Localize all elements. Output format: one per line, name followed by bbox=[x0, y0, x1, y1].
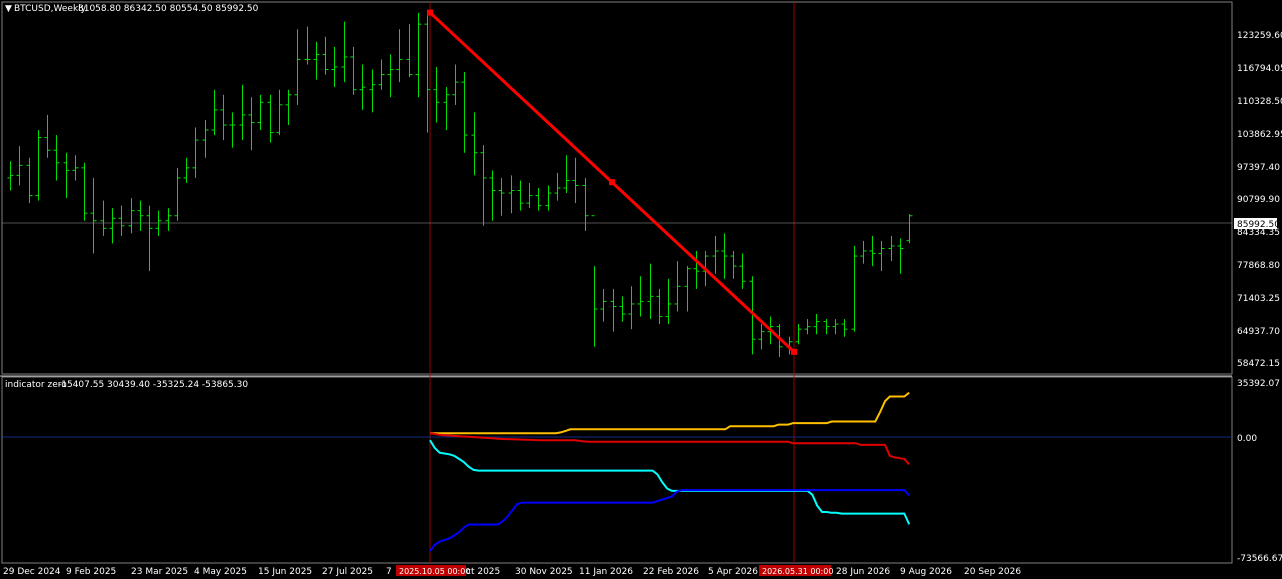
time-marker-2: 2026.05.31 00:00 bbox=[762, 567, 833, 576]
indicator-axis-label: 0.00 bbox=[1237, 434, 1257, 444]
price-label: 123259.60 bbox=[1237, 31, 1282, 41]
price-label: 77868.80 bbox=[1237, 261, 1280, 271]
price-label: 58472.15 bbox=[1237, 359, 1280, 369]
price-label: 90799.90 bbox=[1237, 195, 1280, 205]
time-label: 28 Jun 2026 bbox=[836, 567, 890, 577]
time-label: 7 bbox=[386, 567, 392, 577]
price-label: 97397.40 bbox=[1237, 163, 1280, 173]
trendline-handle[interactable] bbox=[609, 179, 615, 186]
time-label: 30 Nov 2025 bbox=[515, 567, 573, 577]
time-label: 22 Feb 2026 bbox=[643, 567, 699, 577]
menu-triangle-icon[interactable]: ▼ bbox=[5, 4, 12, 14]
indicator-axis-label: 35392.07 bbox=[1237, 379, 1280, 389]
symbol-timeframe: BTCUSD,Weekly bbox=[14, 4, 87, 14]
price-label: 71403.25 bbox=[1237, 294, 1280, 304]
time-label: 27 Jul 2025 bbox=[322, 567, 373, 577]
time-label: 20 Sep 2026 bbox=[964, 567, 1021, 577]
price-label: 110328.50 bbox=[1237, 97, 1282, 107]
time-label: 23 Mar 2025 bbox=[131, 567, 188, 577]
ohlc-values: 81058.80 86342.50 80554.50 85992.50 bbox=[78, 4, 259, 14]
time-label: 9 Aug 2026 bbox=[900, 567, 952, 577]
price-label: 116794.05 bbox=[1237, 64, 1282, 74]
trendline-handle[interactable] bbox=[427, 9, 433, 16]
time-label: 9 Feb 2025 bbox=[66, 567, 116, 577]
indicator-axis-label: -73566.67 bbox=[1237, 554, 1282, 564]
price-label: 103862.95 bbox=[1237, 130, 1282, 140]
time-label: 15 Jun 2025 bbox=[258, 567, 312, 577]
time-label: ct 2025 bbox=[466, 567, 500, 577]
price-label: 64937.70 bbox=[1237, 327, 1280, 337]
trendline-handle[interactable] bbox=[791, 348, 797, 355]
chart-canvas[interactable]: ▼ BTCUSD,Weekly 81058.80 86342.50 80554.… bbox=[0, 0, 1282, 579]
time-label: 4 May 2025 bbox=[194, 567, 247, 577]
current-price-label: 85992.50 bbox=[1237, 220, 1280, 230]
time-label: 29 Dec 2024 bbox=[3, 567, 61, 577]
time-marker-1: 2025.10.05 00:00 bbox=[399, 567, 470, 576]
time-label: 11 Jan 2026 bbox=[579, 567, 633, 577]
time-label: 5 Apr 2026 bbox=[708, 567, 758, 577]
indicator-values: -15407.55 30439.40 -35325.24 -53865.30 bbox=[58, 380, 248, 390]
